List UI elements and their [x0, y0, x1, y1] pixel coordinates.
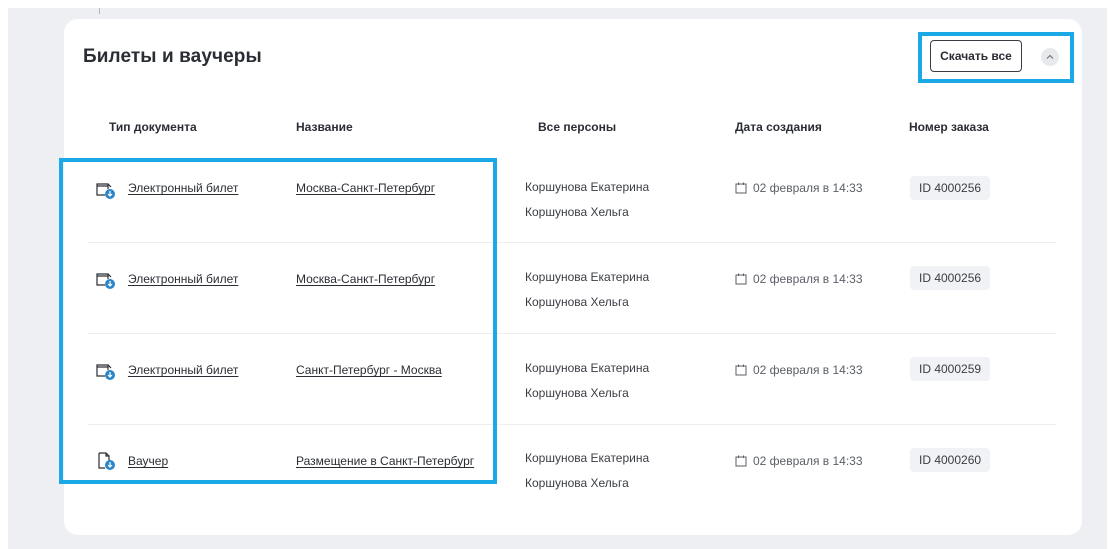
person-name: Коршунова Екатерина — [525, 180, 650, 194]
created-date-text: 02 февраля в 14:33 — [753, 272, 863, 286]
person-name: Коршунова Хельга — [525, 205, 629, 219]
route-link[interactable]: Москва-Санкт-Петербург — [296, 181, 435, 195]
order-id-badge: ID 4000256 — [910, 176, 991, 200]
created-date: 02 февраля в 14:33 — [735, 272, 863, 286]
calendar-icon — [735, 455, 747, 467]
voucher-download-icon[interactable] — [95, 451, 115, 471]
column-header-doc-type: Тип документа — [109, 120, 197, 134]
chevron-up-icon — [1046, 54, 1054, 59]
calendar-icon — [735, 273, 747, 285]
created-date-text: 02 февраля в 14:33 — [753, 454, 863, 468]
row-divider — [88, 333, 1056, 334]
column-header-persons: Все персоны — [538, 120, 617, 134]
doc-type-link[interactable]: Электронный билет — [128, 363, 238, 377]
route-link[interactable]: Санкт-Петербург - Москва — [296, 363, 442, 377]
person-name: Коршунова Хельга — [525, 476, 629, 490]
column-header-created: Дата создания — [735, 120, 822, 134]
column-header-order: Номер заказа — [909, 120, 989, 134]
order-id-badge: ID 4000260 — [910, 448, 991, 472]
documents-card: Билеты и ваучеры Скачать все Тип докумен… — [64, 19, 1082, 535]
calendar-icon — [735, 182, 747, 194]
order-id-badge: ID 4000259 — [910, 357, 991, 381]
breadcrumb-tick — [99, 8, 100, 14]
created-date: 02 февраля в 14:33 — [735, 363, 863, 377]
ticket-download-icon[interactable] — [95, 361, 115, 381]
row-divider — [88, 242, 1056, 243]
created-date-text: 02 февраля в 14:33 — [753, 181, 863, 195]
ticket-download-icon[interactable] — [95, 270, 115, 290]
created-date: 02 февраля в 14:33 — [735, 454, 863, 468]
created-date: 02 февраля в 14:33 — [735, 181, 863, 195]
person-name: Коршунова Хельга — [525, 295, 629, 309]
collapse-button[interactable] — [1041, 48, 1059, 66]
route-link[interactable]: Размещение в Санкт-Петербург — [296, 454, 474, 468]
person-name: Коршунова Хельга — [525, 386, 629, 400]
row-divider — [88, 424, 1056, 425]
person-name: Коршунова Екатерина — [525, 270, 650, 284]
doc-type-link[interactable]: Ваучер — [128, 454, 168, 468]
download-all-button[interactable]: Скачать все — [930, 40, 1022, 72]
ticket-download-icon[interactable] — [95, 180, 115, 200]
card-title: Билеты и ваучеры — [83, 46, 262, 67]
doc-type-link[interactable]: Электронный билет — [128, 272, 238, 286]
created-date-text: 02 февраля в 14:33 — [753, 363, 863, 377]
route-link[interactable]: Москва-Санкт-Петербург — [296, 272, 435, 286]
calendar-icon — [735, 364, 747, 376]
column-header-name: Название — [296, 120, 353, 134]
order-id-badge: ID 4000256 — [910, 266, 991, 290]
person-name: Коршунова Екатерина — [525, 451, 650, 465]
person-name: Коршунова Екатерина — [525, 361, 650, 375]
doc-type-link[interactable]: Электронный билет — [128, 181, 238, 195]
